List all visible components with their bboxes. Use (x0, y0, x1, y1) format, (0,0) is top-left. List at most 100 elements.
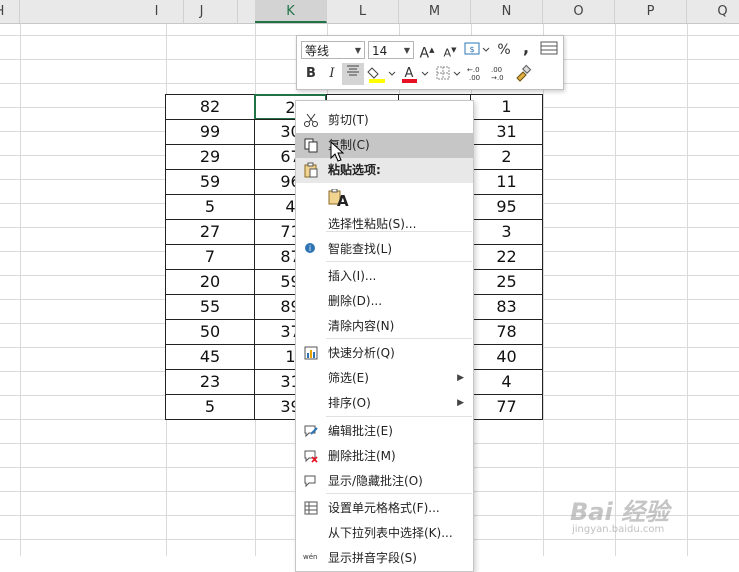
table-cell[interactable]: 50 (165, 319, 255, 345)
svg-text:←.0: ←.0 (467, 66, 480, 74)
center-align-button[interactable] (342, 63, 364, 85)
col-head-k[interactable]: K (255, 0, 327, 23)
grow-font-button[interactable]: A▲ (419, 40, 435, 62)
smart-lookup-icon: i (305, 243, 315, 253)
context-menu-label: A (337, 192, 349, 210)
increase-decimal-icon: ←.0 .00 (467, 66, 480, 82)
bold-button[interactable]: B (303, 64, 319, 84)
table-cell[interactable]: 82 (165, 94, 255, 120)
context-menu-item[interactable]: 剪切(T) (296, 108, 473, 133)
context-menu-item[interactable]: A (296, 183, 473, 212)
context-menu-item[interactable]: 从下拉列表中选择(K)... (296, 521, 473, 546)
watermark: Bai 经验 jingyan.baidu.com (566, 490, 736, 550)
borders-icon (436, 66, 461, 80)
comma-button[interactable]: , (518, 38, 534, 58)
font-color-button[interactable]: A (400, 64, 430, 84)
col-head-p[interactable]: P (615, 0, 687, 23)
menu-separator (326, 231, 472, 232)
col-head-n[interactable]: N (471, 0, 543, 23)
context-menu-item[interactable]: 插入(I)... (296, 264, 473, 289)
context-menu-label: 编辑批注(E) (328, 424, 393, 438)
mouse-cursor-icon (330, 141, 345, 162)
shrink-font-button[interactable]: A▼ (442, 40, 458, 60)
context-menu-item[interactable]: 删除批注(M) (296, 444, 473, 469)
col-head-i[interactable]: I (20, 0, 184, 23)
col-head-j[interactable]: J (166, 0, 238, 23)
font-name-select[interactable]: 等线 ▼ (301, 41, 365, 59)
table-cell[interactable]: 22 (470, 244, 543, 270)
format-cells-icon (304, 501, 318, 515)
table-cell[interactable]: 83 (470, 294, 543, 320)
context-menu-item[interactable]: 显示/隐藏批注(O) (296, 469, 473, 494)
context-menu-item[interactable]: 复制(C) (296, 133, 473, 158)
table-cell[interactable]: 5 (165, 194, 255, 220)
table-cell[interactable]: 78 (470, 319, 543, 345)
table-cell[interactable]: 20 (165, 269, 255, 295)
context-menu-item[interactable]: i 智能查找(L) (296, 237, 473, 262)
context-menu-item[interactable]: 排序(O) ▶ (296, 391, 473, 416)
font-name-value: 等线 (305, 44, 330, 58)
col-head-m[interactable]: M (399, 0, 471, 23)
table-cell[interactable]: 95 (470, 194, 543, 220)
table-cell[interactable]: 3 (470, 219, 543, 245)
context-menu-item[interactable]: 选择性粘贴(S)... (296, 212, 473, 237)
context-menu-item[interactable]: 设置单元格格式(F)... (296, 496, 473, 521)
table-cell[interactable]: 45 (165, 344, 255, 370)
table-cell[interactable]: 4 (470, 369, 543, 395)
table-cell[interactable]: 40 (470, 344, 543, 370)
table-cell[interactable]: 99 (165, 119, 255, 145)
menu-separator (326, 261, 472, 262)
context-menu: 剪切(T) 复制(C) 粘贴选项: A 选择性粘贴(S)... i 智能查找(L) 插入(I)… (295, 100, 474, 572)
context-menu-item[interactable]: wén 显示拼音字段(S) (296, 546, 473, 571)
table-cell[interactable]: 11 (470, 169, 543, 195)
format-painter-button[interactable] (514, 64, 534, 84)
context-menu-item[interactable]: 编辑批注(E) (296, 419, 473, 444)
table-cell[interactable]: 55 (165, 294, 255, 320)
table-cell[interactable]: 5 (165, 394, 255, 420)
table-cell[interactable]: 23 (165, 369, 255, 395)
font-size-select[interactable]: 14 ▼ (368, 41, 414, 59)
watermark-text: Bai 经验 (570, 498, 670, 526)
table-cell[interactable]: 7 (165, 244, 255, 270)
context-menu-label: 剪切(T) (328, 113, 369, 127)
phonetic-icon: wén (303, 553, 317, 561)
increase-decimal-button[interactable]: ←.0 .00 (466, 64, 488, 84)
table-cell[interactable]: 25 (470, 269, 543, 295)
edit-comment-icon (304, 425, 318, 438)
number-format-button[interactable]: $ (463, 40, 491, 60)
percent-button[interactable]: % (496, 40, 512, 60)
font-color-icon: A (402, 66, 429, 83)
table-cell[interactable]: 2 (470, 144, 543, 170)
chevron-down-icon: ▼ (403, 46, 410, 55)
fill-color-button[interactable] (367, 64, 397, 84)
table-cell[interactable]: 59 (165, 169, 255, 195)
menu-separator (326, 338, 472, 339)
italic-button[interactable]: I (324, 64, 340, 84)
col-head-o[interactable]: O (543, 0, 615, 23)
context-menu-label: 显示/隐藏批注(O) (328, 474, 423, 488)
svg-text:$: $ (469, 45, 474, 54)
svg-text:.00: .00 (469, 74, 480, 82)
decrease-decimal-button[interactable]: .00 →.0 (490, 64, 512, 84)
format-painter-grid-button[interactable] (540, 40, 558, 60)
table-cell[interactable]: 29 (165, 144, 255, 170)
context-menu-item[interactable]: 删除(D)... (296, 289, 473, 314)
borders-button[interactable] (435, 64, 463, 84)
col-head-l[interactable]: L (327, 0, 399, 23)
svg-text:A: A (405, 66, 414, 81)
col-head-q[interactable]: Q (687, 0, 739, 23)
table-cell[interactable]: 27 (165, 219, 255, 245)
context-menu-item[interactable]: 清除内容(N) (296, 314, 473, 339)
col-head-h[interactable]: H (0, 0, 20, 23)
context-menu-label: 筛选(E) (328, 371, 369, 385)
table-cell[interactable]: 77 (470, 394, 543, 420)
chevron-right-icon: ▶ (457, 398, 464, 408)
context-menu-label: 插入(I)... (328, 269, 377, 283)
context-menu-item[interactable]: 快速分析(Q) (296, 341, 473, 366)
context-menu-item[interactable]: 筛选(E) ▶ (296, 366, 473, 391)
table-cell[interactable]: 31 (470, 119, 543, 145)
column-header-bar: H I J K L M N O P Q (0, 0, 739, 24)
context-menu-label: 清除内容(N) (328, 319, 395, 333)
table-cell[interactable]: 1 (470, 94, 543, 120)
shrink-font-glyph: A (443, 46, 452, 60)
